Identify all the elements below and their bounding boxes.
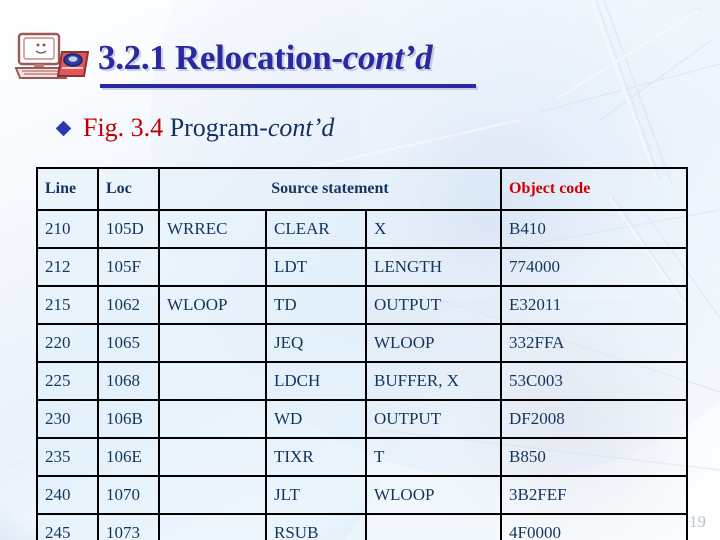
- cell-object: 332FFA: [500, 323, 688, 363]
- cell-line: 235: [36, 437, 99, 477]
- cell-operand: LENGTH: [365, 247, 502, 287]
- cell-opcode: JEQ: [265, 323, 367, 363]
- cell-opcode: WD: [265, 399, 367, 439]
- cell-operand: OUTPUT: [365, 285, 502, 325]
- table-body: 210 105D WRREC CLEAR X B410 212 105F LDT LENGTH 77…: [36, 209, 688, 540]
- header-source-statement: Source statement: [158, 167, 502, 211]
- page-title-cont: cont’d: [342, 38, 433, 77]
- cell-line: 212: [36, 247, 99, 287]
- page-title-main: 3.2.1 Relocation-: [98, 38, 343, 77]
- slide-header: 3.2.1 Relocation-cont’d: [0, 18, 720, 88]
- cell-opcode: TD: [265, 285, 367, 325]
- cell-label: [158, 361, 267, 401]
- cell-label: WRREC: [158, 209, 267, 249]
- cell-loc: 1062: [97, 285, 160, 325]
- cell-operand: T: [365, 437, 502, 477]
- table-row: 230 106B WD OUTPUT DF2008: [36, 399, 688, 439]
- header-line: Line: [36, 167, 99, 211]
- figure-caption: Fig. 3.4 Program-cont’d: [83, 115, 334, 141]
- cell-line: 240: [36, 475, 99, 515]
- figure-cont-label: cont’d: [267, 113, 335, 142]
- table-row: 225 1068 LDCH BUFFER, X 53C003: [36, 361, 688, 401]
- cell-operand: WLOOP: [365, 475, 502, 515]
- cell-opcode: TIXR: [265, 437, 367, 477]
- cell-label: [158, 399, 267, 439]
- cell-loc: 1065: [97, 323, 160, 363]
- slide-number: 19: [689, 512, 706, 531]
- cell-loc: 105F: [97, 247, 160, 287]
- cell-label: WLOOP: [158, 285, 267, 325]
- header-object-code: Object code: [500, 167, 688, 211]
- cell-opcode: RSUB: [265, 513, 367, 540]
- table-row: 210 105D WRREC CLEAR X B410: [36, 209, 688, 249]
- slide-canvas: 3.2.1 Relocation-cont’d Fig. 3.4 Program…: [0, 0, 720, 540]
- cell-line: 220: [36, 323, 99, 363]
- table-row: 215 1062 WLOOP TD OUTPUT E32011: [36, 285, 688, 325]
- cell-line: 210: [36, 209, 99, 249]
- cell-operand: [365, 513, 502, 540]
- table-row: 212 105F LDT LENGTH 774000: [36, 247, 688, 287]
- header-loc: Loc: [97, 167, 160, 211]
- cell-label: [158, 247, 267, 287]
- table-header: Line Loc Source statement Object code: [36, 167, 688, 211]
- cell-opcode: LDT: [265, 247, 367, 287]
- cell-opcode: LDCH: [265, 361, 367, 401]
- cell-object: B850: [500, 437, 688, 477]
- cell-loc: 1073: [97, 513, 160, 540]
- cell-line: 215: [36, 285, 99, 325]
- cell-operand: OUTPUT: [365, 399, 502, 439]
- cell-object: 774000: [500, 247, 688, 287]
- cell-label: [158, 513, 267, 540]
- cell-object: E32011: [500, 285, 688, 325]
- cell-object: 4F0000: [500, 513, 688, 540]
- cell-object: DF2008: [500, 399, 688, 439]
- cell-object: 53C003: [500, 361, 688, 401]
- cell-loc: 1070: [97, 475, 160, 515]
- cell-object: 3B2FEF: [500, 475, 688, 515]
- cell-line: 245: [36, 513, 99, 540]
- figure-caption-row: Fig. 3.4 Program-cont’d: [55, 115, 334, 141]
- table-row: 220 1065 JEQ WLOOP 332FFA: [36, 323, 688, 363]
- computer-clipart-icon: [14, 32, 90, 79]
- source-statement-table: Line Loc Source statement Object code 21…: [36, 167, 688, 540]
- cell-opcode: CLEAR: [265, 209, 367, 249]
- table-row: 235 106E TIXR T B850: [36, 437, 688, 477]
- cell-loc: 106B: [97, 399, 160, 439]
- cell-line: 230: [36, 399, 99, 439]
- title-underline: [100, 84, 476, 88]
- cell-label: [158, 475, 267, 515]
- table-row: 245 1073 RSUB 4F0000: [36, 513, 688, 540]
- cell-label: [158, 323, 267, 363]
- cell-loc: 1068: [97, 361, 160, 401]
- page-title: 3.2.1 Relocation-cont’d: [98, 38, 433, 78]
- table-row: 240 1070 JLT WLOOP 3B2FEF: [36, 475, 688, 515]
- cell-operand: BUFFER, X: [365, 361, 502, 401]
- cell-operand: WLOOP: [365, 323, 502, 363]
- table-header-row: Line Loc Source statement Object code: [36, 167, 688, 211]
- bullet-diamond-icon: [55, 120, 72, 136]
- figure-program-label: Program-: [169, 113, 268, 142]
- cell-loc: 105D: [97, 209, 160, 249]
- cell-opcode: JLT: [265, 475, 367, 515]
- figure-label: Fig. 3.4: [83, 113, 170, 142]
- cell-line: 225: [36, 361, 99, 401]
- cell-object: B410: [500, 209, 688, 249]
- cell-label: [158, 437, 267, 477]
- cell-operand: X: [365, 209, 502, 249]
- cell-loc: 106E: [97, 437, 160, 477]
